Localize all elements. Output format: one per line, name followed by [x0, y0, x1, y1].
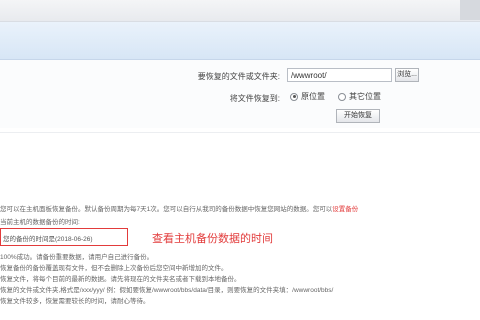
setup-backup-link[interactable]: 设置备份	[332, 206, 358, 213]
top-corner	[460, 0, 480, 20]
note-line: 恢复文件较多，恢复需要较长的时间，请耐心等待。	[0, 295, 150, 305]
radio-unchecked-icon[interactable]	[338, 92, 346, 101]
note-line: 当前主机的数据备份的时间:	[0, 216, 80, 226]
note-text: 您可以在主机面板恢复备份。默认备份周期为每7天1次。您可以自行从我司的备份数据中…	[0, 206, 333, 213]
note-line: 恢复文件，将每个目前的最新的数据。请先将现在的文件夹名或者下载到本地备份。	[0, 273, 241, 283]
note-text: 当前主机的数据备份的时间:	[0, 219, 80, 226]
note-line: 您可以在主机面板恢复备份。默认备份周期为每7天1次。您可以自行从我司的备份数据中…	[0, 203, 358, 213]
note-line: 100%成功。请备份重要数据，请用户自己进行备份。	[0, 251, 153, 261]
path-label: 要恢复的文件或文件夹:	[197, 72, 280, 81]
note-text: 恢复的文件或文件夹,格式是/xxx/yyy/ 例：假如要恢复/wwwroot/b…	[0, 287, 334, 294]
radio-checked-icon[interactable]	[290, 92, 298, 101]
note-text: 恢复备份的备份覆盖现有文件，但不会删除上次备份后您空间中新增加的文件。	[0, 265, 228, 272]
radio-other-label: 其它位置	[349, 92, 381, 101]
restore-to-label: 将文件恢复到:	[229, 94, 280, 103]
note-text: 恢复文件，将每个目前的最新的数据。请先将现在的文件夹名或者下载到本地备份。	[0, 276, 241, 283]
radio-original-location[interactable]: 原位置	[290, 91, 325, 102]
note-text: 恢复文件较多，恢复需要较长的时间，请耐心等待。	[0, 298, 150, 305]
panel-header	[0, 22, 480, 60]
browse-button[interactable]: 浏览...	[395, 68, 419, 82]
note-line: 恢复备份的备份覆盖现有文件，但不会删除上次备份后您空间中新增加的文件。	[0, 262, 228, 272]
annotation-callout: 查看主机备份数据的时间	[152, 233, 273, 245]
backup-time-text: 您的备份的时间是(2018-06-26)	[3, 236, 93, 243]
note-text: 100%成功。请备份重要数据，请用户自己进行备份。	[0, 254, 154, 261]
start-restore-button[interactable]: 开始恢复	[336, 109, 380, 123]
path-input[interactable]	[287, 68, 392, 82]
radio-other-location[interactable]: 其它位置	[338, 91, 381, 102]
top-bar	[0, 0, 480, 22]
section-divider	[0, 132, 480, 133]
note-line: 恢复的文件或文件夹,格式是/xxx/yyy/ 例：假如要恢复/wwwroot/b…	[0, 284, 333, 294]
radio-original-label: 原位置	[301, 92, 325, 101]
